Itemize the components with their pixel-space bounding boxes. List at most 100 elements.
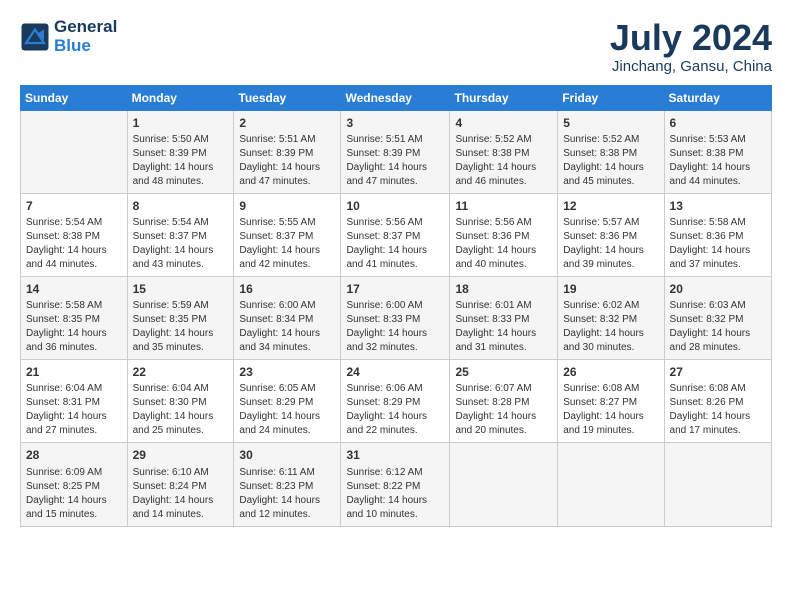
day-number: 24 [346,364,444,380]
day-info: Sunrise: 6:05 AM Sunset: 8:29 PM Dayligh… [239,382,335,438]
day-cell: 8Sunrise: 5:54 AM Sunset: 8:37 PM Daylig… [127,193,234,276]
day-info: Sunrise: 5:52 AM Sunset: 8:38 PM Dayligh… [563,133,658,189]
day-number: 21 [26,364,122,380]
header: General Blue July 2024 Jinchang, Gansu, … [20,18,772,75]
day-info: Sunrise: 6:07 AM Sunset: 8:28 PM Dayligh… [455,382,552,438]
week-row-1: 7 Sunrise: 5:54 AM Sunset: 8:38 PM Daylig… [21,193,772,276]
day-info: Sunrise: 6:08 AM Sunset: 8:26 PM Dayligh… [670,382,766,438]
day-number: 29 [133,447,229,463]
day-cell [450,443,558,526]
logo-line2: Blue [54,37,117,56]
weekday-header-saturday: Saturday [664,85,771,110]
week-row-4: 28 Sunrise: 6:09 AM Sunset: 8:25 PM Dayli… [21,443,772,526]
day-info: Sunrise: 6:03 AM Sunset: 8:32 PM Dayligh… [670,299,766,355]
day-cell: 7 Sunrise: 5:54 AM Sunset: 8:38 PM Daylig… [21,193,128,276]
day-info: Sunrise: 6:00 AM Sunset: 8:33 PM Dayligh… [346,299,444,355]
day-info: Sunrise: 5:52 AM Sunset: 8:38 PM Dayligh… [455,133,552,189]
day-cell: 6 Sunrise: 5:53 AM Sunset: 8:38 PM Daylig… [664,110,771,193]
day-cell: 17Sunrise: 6:00 AM Sunset: 8:33 PM Dayli… [341,276,450,359]
week-row-0: 1 Sunrise: 5:50 AM Sunset: 8:39 PM Daylig… [21,110,772,193]
day-number: 22 [133,364,229,380]
day-info: Sunrise: 6:01 AM Sunset: 8:33 PM Dayligh… [455,299,552,355]
day-number: 26 [563,364,658,380]
location: Jinchang, Gansu, China [610,58,772,75]
day-cell: 2 Sunrise: 5:51 AM Sunset: 8:39 PM Daylig… [234,110,341,193]
weekday-header-sunday: Sunday [21,85,128,110]
day-cell: 3 Sunrise: 5:51 AM Sunset: 8:39 PM Daylig… [341,110,450,193]
day-cell: 21 Sunrise: 6:04 AM Sunset: 8:31 PM Dayli… [21,360,128,443]
logo-icon [20,22,50,52]
day-info: Sunrise: 6:12 AM Sunset: 8:22 PM Dayligh… [346,466,444,522]
day-cell: 27Sunrise: 6:08 AM Sunset: 8:26 PM Dayli… [664,360,771,443]
day-number: 4 [455,115,552,131]
day-cell: 25 Sunrise: 6:07 AM Sunset: 8:28 PM Dayli… [450,360,558,443]
day-cell: 15 Sunrise: 5:59 AM Sunset: 8:35 PM Dayli… [127,276,234,359]
day-number: 18 [455,281,552,297]
day-cell: 10 Sunrise: 5:56 AM Sunset: 8:37 PM Dayli… [341,193,450,276]
day-info: Sunrise: 5:55 AM Sunset: 8:37 PM Dayligh… [239,216,335,272]
day-number: 16 [239,281,335,297]
day-info: Sunrise: 6:09 AM Sunset: 8:25 PM Dayligh… [26,466,122,522]
day-cell: 13 Sunrise: 5:58 AM Sunset: 8:36 PM Dayli… [664,193,771,276]
day-number: 2 [239,115,335,131]
logo: General Blue [20,18,117,55]
day-number: 10 [346,198,444,214]
day-cell [21,110,128,193]
day-number: 19 [563,281,658,297]
day-cell: 24Sunrise: 6:06 AM Sunset: 8:29 PM Dayli… [341,360,450,443]
day-info: Sunrise: 5:51 AM Sunset: 8:39 PM Dayligh… [239,133,335,189]
day-cell: 11 Sunrise: 5:56 AM Sunset: 8:36 PM Dayli… [450,193,558,276]
day-cell: 5 Sunrise: 5:52 AM Sunset: 8:38 PM Daylig… [558,110,664,193]
day-info: Sunrise: 6:08 AM Sunset: 8:27 PM Dayligh… [563,382,658,438]
day-number: 23 [239,364,335,380]
day-cell: 23 Sunrise: 6:05 AM Sunset: 8:29 PM Dayli… [234,360,341,443]
day-info: Sunrise: 6:00 AM Sunset: 8:34 PM Dayligh… [239,299,335,355]
day-info: Sunrise: 5:56 AM Sunset: 8:36 PM Dayligh… [455,216,552,272]
day-number: 15 [133,281,229,297]
weekday-header-tuesday: Tuesday [234,85,341,110]
weekday-header-thursday: Thursday [450,85,558,110]
day-number: 5 [563,115,658,131]
day-info: Sunrise: 5:53 AM Sunset: 8:38 PM Dayligh… [670,133,766,189]
day-number: 3 [346,115,444,131]
day-number: 7 [26,198,122,214]
day-info: Sunrise: 5:57 AM Sunset: 8:36 PM Dayligh… [563,216,658,272]
day-number: 11 [455,198,552,214]
day-info: Sunrise: 5:59 AM Sunset: 8:35 PM Dayligh… [133,299,229,355]
day-number: 14 [26,281,122,297]
day-info: Sunrise: 5:56 AM Sunset: 8:37 PM Dayligh… [346,216,444,272]
title-area: July 2024 Jinchang, Gansu, China [610,18,772,75]
day-cell: 16 Sunrise: 6:00 AM Sunset: 8:34 PM Dayli… [234,276,341,359]
day-info: Sunrise: 5:51 AM Sunset: 8:39 PM Dayligh… [346,133,444,189]
day-info: Sunrise: 6:11 AM Sunset: 8:23 PM Dayligh… [239,466,335,522]
day-info: Sunrise: 5:58 AM Sunset: 8:36 PM Dayligh… [670,216,766,272]
day-cell: 19 Sunrise: 6:02 AM Sunset: 8:32 PM Dayli… [558,276,664,359]
week-row-2: 14Sunrise: 5:58 AM Sunset: 8:35 PM Dayli… [21,276,772,359]
day-number: 25 [455,364,552,380]
day-number: 31 [346,447,444,463]
day-number: 30 [239,447,335,463]
day-cell: 1 Sunrise: 5:50 AM Sunset: 8:39 PM Daylig… [127,110,234,193]
day-info: Sunrise: 6:02 AM Sunset: 8:32 PM Dayligh… [563,299,658,355]
day-number: 6 [670,115,766,131]
day-info: Sunrise: 5:54 AM Sunset: 8:37 PM Dayligh… [133,216,229,272]
day-number: 1 [133,115,229,131]
day-info: Sunrise: 5:54 AM Sunset: 8:38 PM Dayligh… [26,216,122,272]
day-number: 13 [670,198,766,214]
day-cell [558,443,664,526]
day-info: Sunrise: 6:04 AM Sunset: 8:30 PM Dayligh… [133,382,229,438]
day-info: Sunrise: 5:50 AM Sunset: 8:39 PM Dayligh… [133,133,229,189]
day-number: 28 [26,447,122,463]
day-number: 20 [670,281,766,297]
day-info: Sunrise: 6:10 AM Sunset: 8:24 PM Dayligh… [133,466,229,522]
weekday-header-friday: Friday [558,85,664,110]
day-cell: 4 Sunrise: 5:52 AM Sunset: 8:38 PM Daylig… [450,110,558,193]
weekday-header-monday: Monday [127,85,234,110]
day-number: 12 [563,198,658,214]
weekday-header-wednesday: Wednesday [341,85,450,110]
logo-line1: General [54,18,117,37]
day-info: Sunrise: 6:04 AM Sunset: 8:31 PM Dayligh… [26,382,122,438]
day-cell [664,443,771,526]
day-cell: 26 Sunrise: 6:08 AM Sunset: 8:27 PM Dayli… [558,360,664,443]
day-cell: 30 Sunrise: 6:11 AM Sunset: 8:23 PM Dayli… [234,443,341,526]
